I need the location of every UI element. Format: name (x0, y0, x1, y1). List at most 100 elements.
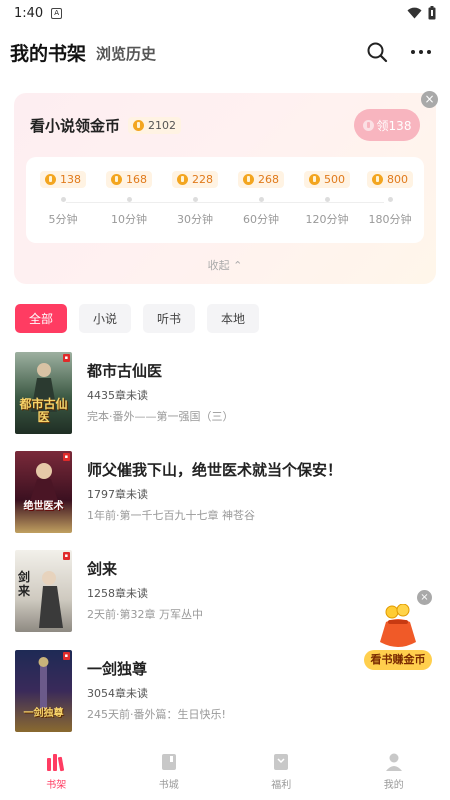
latest-chapter: 完本·番外——第一强国（三） (87, 410, 234, 423)
tier-dot (192, 197, 198, 202)
coin-task-card: × 看小说领金币 2102 领138 138 5分钟 168 10分钟 228 … (14, 91, 438, 284)
latest-chapter: 1年前·第一千七百九十七章 神苍谷 (87, 509, 255, 522)
filter-local[interactable]: 本地 (207, 304, 260, 333)
cover-title: 都市古仙医 (19, 397, 68, 424)
book-title: 剑来 (87, 560, 118, 578)
status-bar: 1:40 A (0, 0, 450, 26)
cover-figure (30, 463, 58, 501)
wifi-icon (407, 7, 422, 19)
filter-audiobook[interactable]: 听书 (143, 304, 196, 333)
tier-dot (324, 197, 330, 202)
unread-count: 4435章未读 (87, 389, 148, 402)
nav-label: 福利 (271, 780, 292, 791)
tier-label: 10分钟 (111, 213, 147, 226)
tier-label: 60分钟 (243, 213, 279, 226)
history-link[interactable]: 浏览历史 (96, 43, 156, 64)
coin-icon (309, 174, 320, 185)
tier-coins: 500 (324, 173, 345, 186)
battery-icon (428, 6, 436, 20)
coin-balance-value: 2102 (148, 119, 177, 132)
nav-profile[interactable]: 我的 (338, 744, 450, 800)
coin-bag-icon (380, 604, 416, 647)
earn-coins-promo[interactable]: × 看书赚金币 (364, 590, 434, 670)
tier-label: 5分钟 (48, 213, 78, 226)
book-cover[interactable]: ▪ 绝世医术 (15, 451, 72, 533)
filter-chips: 全部 小说 听书 本地 (15, 304, 260, 333)
page-title: 我的书架 (10, 42, 87, 65)
book-cover[interactable]: ▪ 剑来 (15, 550, 72, 632)
tier-item: 268 60分钟 (231, 171, 291, 227)
tier-dot (60, 197, 66, 202)
tier-item: 228 30分钟 (165, 171, 225, 227)
tier-coins: 228 (192, 173, 213, 186)
book-cover[interactable]: ▪ 一剑独尊 (15, 650, 72, 732)
tier-coins: 168 (126, 173, 147, 186)
unread-count: 3054章未读 (87, 687, 148, 700)
claim-coins-button[interactable]: 领138 (354, 109, 420, 141)
nav-bookshelf[interactable]: 书架 (0, 744, 113, 800)
notification-icon: A (51, 7, 63, 19)
bookstore-icon (161, 754, 176, 770)
promo-label: 看书赚金币 (364, 650, 432, 670)
reading-tiers: 138 5分钟 168 10分钟 228 30分钟 268 60分钟 500 1… (26, 157, 424, 243)
book-item[interactable]: ▪ 绝世医术 师父催我下山，绝世医术就当个保安！ 1797章未读 1年前·第一千… (15, 451, 435, 533)
cover-title: 一剑独尊 (23, 708, 64, 719)
close-coin-card-button[interactable]: × (421, 91, 438, 108)
nav-benefits[interactable]: 福利 (225, 744, 338, 800)
top-bar: 我的书架 浏览历史 (0, 34, 450, 70)
tier-label: 120分钟 (305, 213, 349, 226)
tier-item: 800 180分钟 (360, 171, 420, 227)
tier-item: 168 10分钟 (99, 171, 159, 227)
tier-coins: 268 (258, 173, 279, 186)
tier-item: 500 120分钟 (297, 171, 357, 227)
tier-reward: 500 (304, 171, 350, 188)
status-time: 1:40 (14, 5, 44, 21)
tier-reward: 800 (367, 171, 413, 188)
search-icon[interactable] (366, 41, 388, 63)
tier-reward: 268 (238, 171, 284, 188)
tier-dot (258, 197, 264, 202)
coin-icon (133, 120, 145, 131)
cover-title: 绝世医术 (23, 501, 64, 512)
profile-icon (385, 753, 402, 771)
nav-label: 书架 (46, 780, 67, 791)
filter-novel[interactable]: 小说 (79, 304, 132, 333)
cover-figure (38, 657, 49, 710)
tier-coins: 800 (387, 173, 408, 186)
book-item[interactable]: ▪ 都市古仙医 都市古仙医 4435章未读 完本·番外——第一强国（三） (15, 352, 435, 434)
collapse-button[interactable]: 收起 ⌃ (14, 257, 436, 273)
nav-label: 书城 (158, 780, 179, 791)
tier-coins: 138 (60, 173, 81, 186)
unread-count: 1797章未读 (87, 488, 148, 501)
close-promo-button[interactable]: × (417, 590, 432, 605)
tier-label: 180分钟 (368, 213, 412, 226)
coin-icon (45, 174, 56, 185)
tier-reward: 138 (40, 171, 86, 188)
tier-item: 138 5分钟 (33, 171, 93, 227)
tier-dot (387, 197, 393, 202)
nav-label: 我的 (383, 780, 404, 791)
coin-icon (372, 174, 383, 185)
gift-icon (274, 754, 289, 770)
coin-icon (243, 174, 254, 185)
coin-icon (362, 119, 374, 131)
bottom-nav: 书架 书城 福利 我的 (0, 744, 450, 800)
tier-dot (126, 197, 132, 202)
book-title: 都市古仙医 (87, 362, 163, 380)
coin-balance: 2102 (128, 117, 182, 134)
coin-icon (111, 174, 122, 185)
bookshelf-icon (47, 754, 65, 772)
coin-task-title: 看小说领金币 (30, 117, 121, 135)
claim-label: 领138 (376, 118, 412, 133)
book-title: 师父催我下山，绝世医术就当个保安！ (87, 461, 343, 479)
book-cover[interactable]: ▪ 都市古仙医 (15, 352, 72, 434)
tier-label: 30分钟 (177, 213, 213, 226)
tier-reward: 228 (172, 171, 218, 188)
nav-bookstore[interactable]: 书城 (113, 744, 226, 800)
filter-all[interactable]: 全部 (15, 304, 68, 333)
more-icon[interactable] (410, 49, 432, 55)
coin-icon (177, 174, 188, 185)
tier-reward: 168 (106, 171, 152, 188)
cover-title: 剑来 (17, 570, 30, 598)
latest-chapter: 245天前·番外篇：生日快乐! (87, 708, 226, 721)
